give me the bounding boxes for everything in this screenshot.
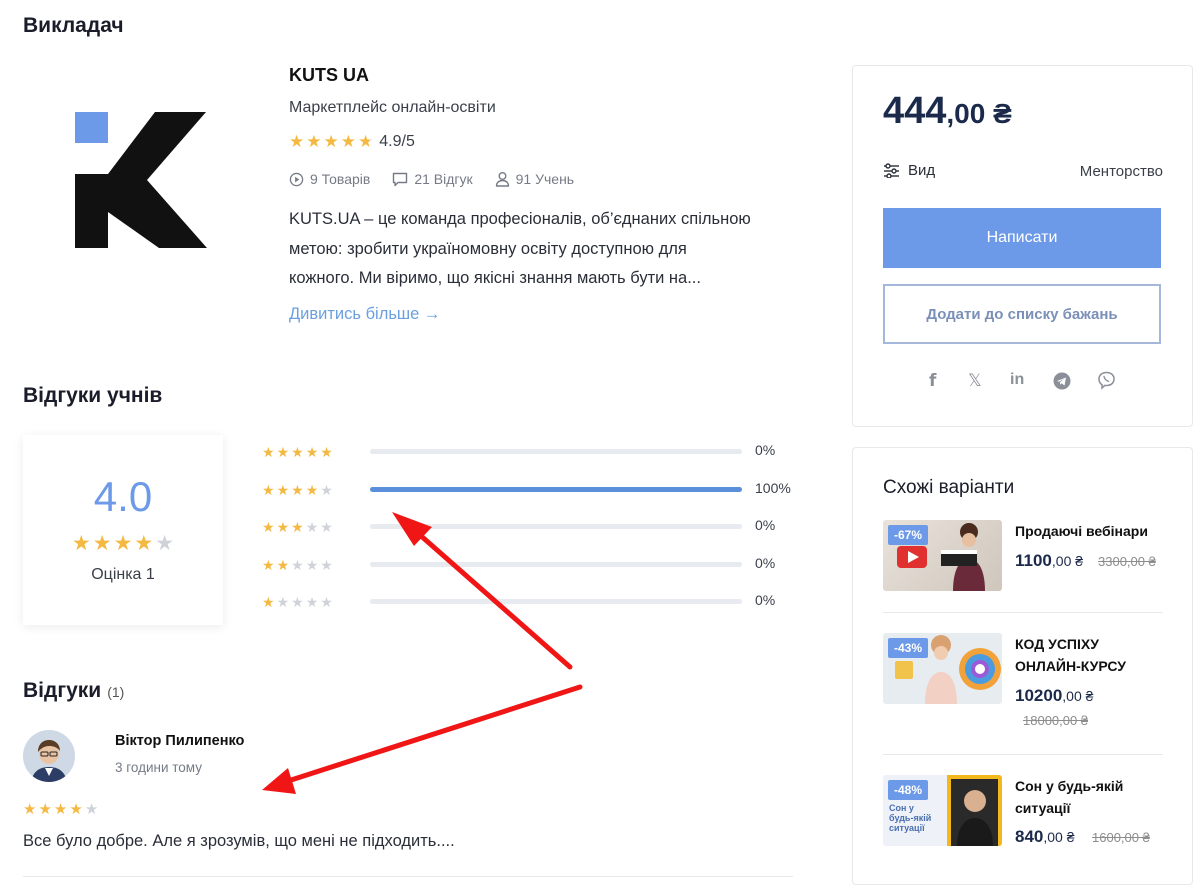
viber-icon[interactable] bbox=[1097, 371, 1116, 395]
x-icon[interactable]: 𝕏 bbox=[968, 371, 982, 391]
similar-old-price: 3300,00 ₴ bbox=[1098, 554, 1156, 569]
similar-price: 840,00 ₴ bbox=[1015, 827, 1075, 847]
similar-price: 10200,00 ₴ bbox=[1015, 686, 1093, 706]
similar-thumb[interactable]: -67% bbox=[883, 520, 1002, 591]
sliders-icon bbox=[884, 163, 899, 178]
similar-old-price: 18000,00 ₴ bbox=[1023, 713, 1089, 728]
price: 444,00 ₴ bbox=[883, 90, 1012, 133]
telegram-icon[interactable] bbox=[1053, 372, 1071, 395]
price-main: 444 bbox=[883, 90, 947, 132]
linkedin-icon[interactable]: in bbox=[1010, 371, 1024, 389]
similar-divider bbox=[883, 754, 1163, 755]
write-button[interactable]: Написати bbox=[883, 208, 1161, 268]
similar-title-line: Сон у будь-якій bbox=[1015, 778, 1124, 794]
similar-title-line: КОД УСПІХУ bbox=[1015, 636, 1099, 652]
annotation-arrow-line bbox=[285, 684, 583, 784]
similar-heading: Схожі варіанти bbox=[883, 477, 1015, 498]
similar-price-cents: ,00 ₴ bbox=[1062, 688, 1094, 704]
facebook-icon[interactable]: f bbox=[929, 371, 936, 391]
similar-divider bbox=[883, 612, 1163, 613]
type-row: Вид bbox=[883, 162, 935, 179]
discount-badge: -67% bbox=[888, 525, 929, 545]
add-to-wishlist-button[interactable]: Додати до списку бажань bbox=[883, 284, 1161, 344]
price-cents: ,00 ₴ bbox=[946, 98, 1012, 129]
annotation-arrowhead bbox=[262, 768, 296, 794]
similar-title[interactable]: КОД УСПІХУ ОНЛАЙН-КУРСУ bbox=[1015, 633, 1126, 677]
purchase-card: 444,00 ₴ Вид Менторство Написати Додати … bbox=[852, 65, 1193, 427]
similar-thumb[interactable]: Сон у будь-якій ситуації -48% bbox=[883, 775, 1002, 846]
similar-title-line: ситуації bbox=[1015, 800, 1071, 816]
type-value: Менторство bbox=[1079, 163, 1163, 180]
similar-old-price: 1600,00 ₴ bbox=[1092, 830, 1150, 845]
similar-title[interactable]: Продаючі вебінари bbox=[1015, 520, 1148, 542]
discount-badge: -48% bbox=[888, 780, 929, 800]
discount-badge: -43% bbox=[888, 638, 929, 658]
similar-card: Схожі варіанти -67% Продаючі вебінари 11… bbox=[852, 447, 1193, 885]
similar-price-cents: ,00 ₴ bbox=[1043, 829, 1075, 845]
similar-title[interactable]: Сон у будь-якій ситуації bbox=[1015, 775, 1123, 819]
similar-title-line: ОНЛАЙН-КУРСУ bbox=[1015, 658, 1126, 674]
annotation-arrow-line bbox=[409, 525, 573, 670]
similar-price-main: 840 bbox=[1015, 827, 1044, 846]
similar-price: 1100,00 ₴ bbox=[1015, 551, 1083, 571]
similar-thumb[interactable]: -43% bbox=[883, 633, 1002, 704]
type-label: Вид bbox=[908, 162, 936, 179]
similar-price-cents: ,00 ₴ bbox=[1051, 553, 1084, 569]
similar-price-main: 10200 bbox=[1015, 686, 1063, 705]
similar-price-main: 1100 bbox=[1015, 551, 1052, 570]
